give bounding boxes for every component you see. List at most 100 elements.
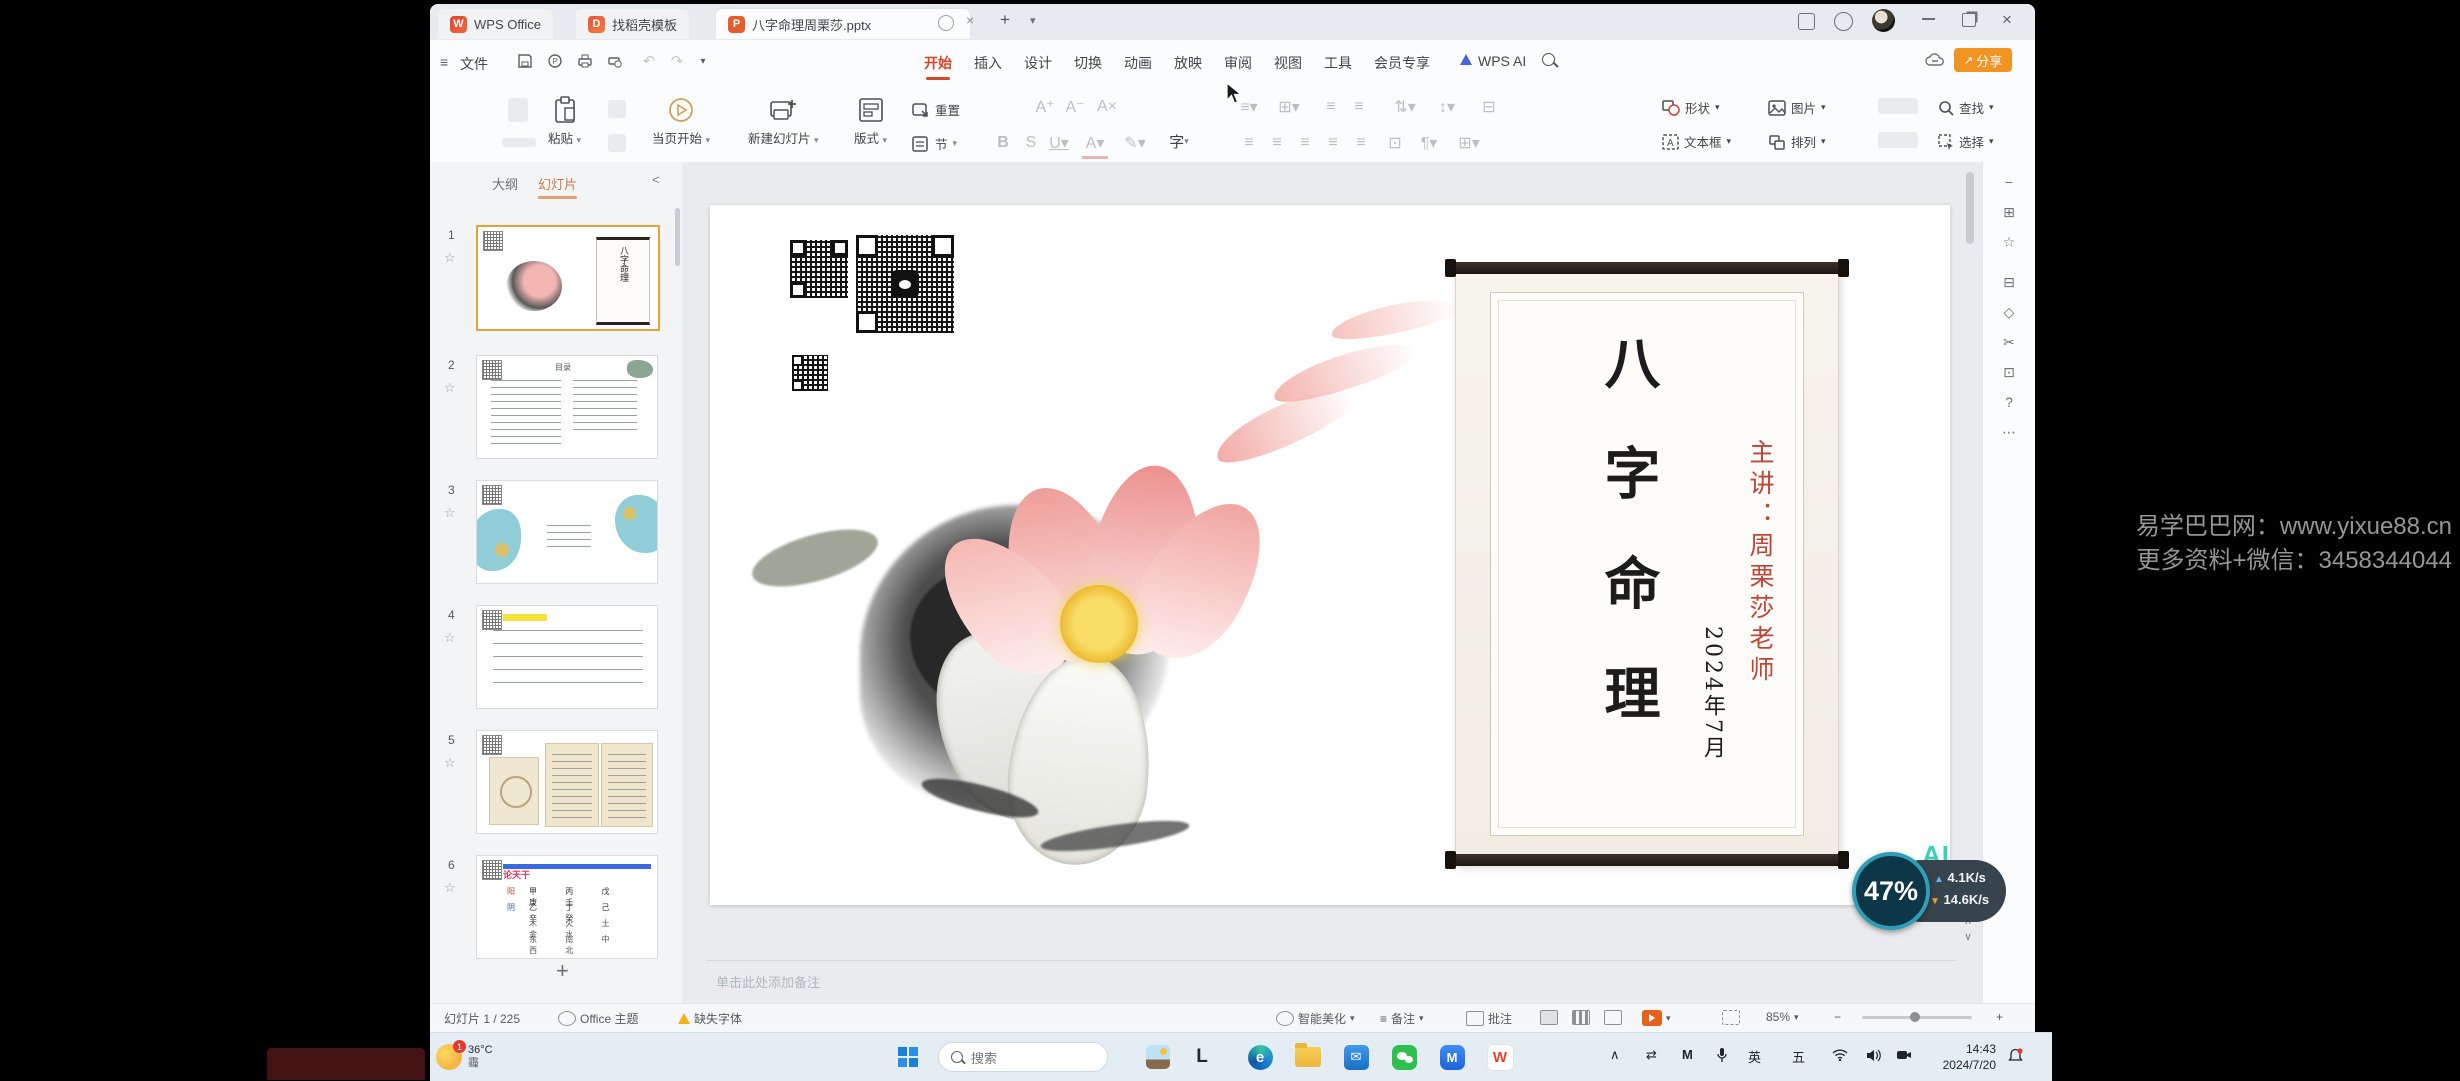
export-pdf-icon[interactable]: P [544,50,566,72]
missing-font-warning[interactable]: 缺失字体 [678,1010,742,1027]
image-tools-icon[interactable]: ◇ [1997,300,2021,324]
next-slide-button[interactable]: ∨ [1964,930,1972,943]
cut-icon[interactable] [608,100,626,118]
clear-format-icon[interactable]: A× [1094,94,1120,120]
icon-library-button[interactable] [1878,98,1918,114]
taskbar-edge-icon[interactable]: e [1244,1041,1276,1073]
slideshow-play-button[interactable]: ▾ [1642,1010,1671,1026]
file-menu[interactable]: 文件 [460,54,488,74]
share-button[interactable]: ↗ 分享 [1954,48,2012,72]
tab-tip-icon[interactable] [938,15,954,31]
taskbar-mail-icon[interactable]: ✉ [1340,1041,1372,1073]
slide-star-icon[interactable]: ☆ [444,630,456,646]
canvas-scrollbar[interactable] [1966,172,1974,244]
align-left-icon[interactable]: ≡ [1236,130,1262,156]
taskbar-wechat-icon[interactable] [1388,1041,1420,1073]
underline-icon[interactable]: U▾ [1046,130,1072,156]
taskbar-photos-icon[interactable] [1142,1041,1174,1073]
menu-tab-design[interactable]: 设计 [1024,53,1052,73]
slide-1-canvas[interactable]: 八字命理 主讲：周栗莎老师 2024年7月 [710,205,1950,905]
search-icon[interactable] [1542,53,1559,68]
menu-tab-view[interactable]: 视图 [1274,53,1302,73]
close-tab-icon[interactable]: × [966,12,974,28]
highlight-color-icon[interactable]: ✎▾ [1122,130,1148,156]
taskbar-explorer-icon[interactable] [1292,1041,1324,1073]
new-slide-button[interactable]: 新建幻灯片 ▾ [748,96,819,147]
restore-button[interactable] [1962,13,1976,27]
tab-docer-template[interactable]: D 找稻壳模板 [576,9,690,39]
slide-star-icon[interactable]: ☆ [444,755,456,771]
sidebar-scrollbar[interactable] [675,208,680,266]
copy-icon[interactable] [608,134,626,152]
minimize-button[interactable] [1922,18,1935,20]
menu-tab-tools[interactable]: 工具 [1324,53,1352,73]
tab-list-chevron-icon[interactable]: ▾ [1030,14,1036,27]
save-icon[interactable] [514,50,536,72]
taskbar-wps-icon[interactable]: W [1484,1041,1516,1073]
taskbar-l-app-icon[interactable]: L [1186,1041,1218,1073]
align-right-icon[interactable]: ≡ [1292,130,1318,156]
line-spacing-icon[interactable]: ⇅▾ [1392,94,1418,120]
new-tab-icon[interactable]: + [1000,10,1010,30]
contact-icon[interactable]: ⊞ [1997,200,2021,224]
print-icon[interactable] [574,50,596,72]
textbox-button[interactable]: A 文本框 ▾ [1662,132,1731,151]
zoom-out-button[interactable]: − [1834,1010,1841,1024]
shapes-button[interactable]: 形状 ▾ [1662,98,1720,117]
text-effect-tool-icon[interactable]: 字 ▾ [1166,128,1192,154]
theme-indicator[interactable]: Office 主题 [558,1010,638,1027]
tray-volume-icon[interactable] [1866,1049,1881,1065]
crop-button[interactable] [1878,132,1918,148]
slide-star-icon[interactable]: ☆ [444,250,456,266]
play-from-current-button[interactable]: 当页开始 ▾ [652,96,710,147]
notes-button[interactable]: ≡ 备注 ▾ [1380,1010,1424,1027]
window-layout-icon[interactable] [1798,13,1815,30]
menu-tab-review[interactable]: 审阅 [1224,53,1252,73]
paragraph-settings-icon[interactable]: ¶▾ [1416,130,1442,156]
weather-widget[interactable]: 1 36°C 霾 [436,1039,556,1075]
picture-button[interactable]: 图片 ▾ [1768,98,1826,117]
slide-sorter-view-button[interactable] [1572,1010,1590,1025]
zoom-slider-thumb[interactable] [1910,1012,1920,1022]
star-resource-icon[interactable]: ☆ [1997,230,2021,254]
tray-ime-mode[interactable]: 五 [1792,1047,1805,1066]
slide-thumbnail-5[interactable] [476,730,658,834]
taskbar-search-box[interactable]: 搜索 [938,1042,1108,1072]
tray-ime-language[interactable]: 英 [1748,1047,1761,1066]
find-button[interactable]: 查找 ▾ [1938,98,1994,117]
tray-hidden-icons-chevron[interactable]: ∧ [1610,1047,1620,1063]
menu-tab-member[interactable]: 会员专享 [1374,53,1430,73]
menu-tab-slideshow[interactable]: 放映 [1174,53,1202,73]
smart-beautify-button[interactable]: 智能美化 ▾ [1276,1010,1355,1027]
date-text-vertical[interactable]: 2024年7月 [1696,626,1728,761]
menu-tab-transition[interactable]: 切换 [1074,53,1102,73]
slide-star-icon[interactable]: ☆ [444,880,456,896]
tray-m-icon[interactable]: M [1682,1047,1693,1062]
collapse-toolbar-icon[interactable]: − [1997,170,2021,194]
slide-thumbnail-1[interactable]: 八字命理 [476,225,660,331]
collapse-panel-icon[interactable]: < [652,172,660,187]
vertical-align-icon[interactable]: ⊡ [1382,130,1408,156]
print-preview-icon[interactable] [604,50,626,72]
user-avatar[interactable] [1872,9,1895,32]
undo-icon[interactable]: ↶ [638,50,660,72]
slide-thumbnail-3[interactable] [476,480,658,584]
hanging-scroll[interactable]: 八字命理 主讲：周栗莎老师 2024年7月 [1445,259,1849,869]
globe-icon[interactable] [1834,12,1853,31]
selection-pane-icon[interactable]: ⊡ [1997,360,2021,384]
percent-badge[interactable]: 47% [1852,852,1930,930]
cut-tools-icon[interactable]: ✂ [1997,330,2021,354]
align-center-icon[interactable]: ≡ [1264,130,1290,156]
distribute-icon[interactable]: ≡ [1348,130,1374,156]
tray-clock[interactable]: 14:43 2024/7/20 [1930,1041,1996,1073]
comments-button[interactable]: 批注 [1466,1010,1512,1027]
add-slide-button[interactable]: + [556,958,569,984]
slide-star-icon[interactable]: ☆ [444,505,456,521]
lotus-painting[interactable] [710,265,1470,905]
section-button[interactable]: 节 ▾ [912,134,957,153]
hamburger-icon[interactable]: ≡ [440,54,448,70]
outline-tab[interactable]: 大纲 [492,174,518,193]
columns-icon[interactable]: ⊟ [1476,94,1502,120]
fit-to-window-icon[interactable] [1722,1010,1740,1025]
reset-button[interactable]: 重置 [912,100,960,119]
